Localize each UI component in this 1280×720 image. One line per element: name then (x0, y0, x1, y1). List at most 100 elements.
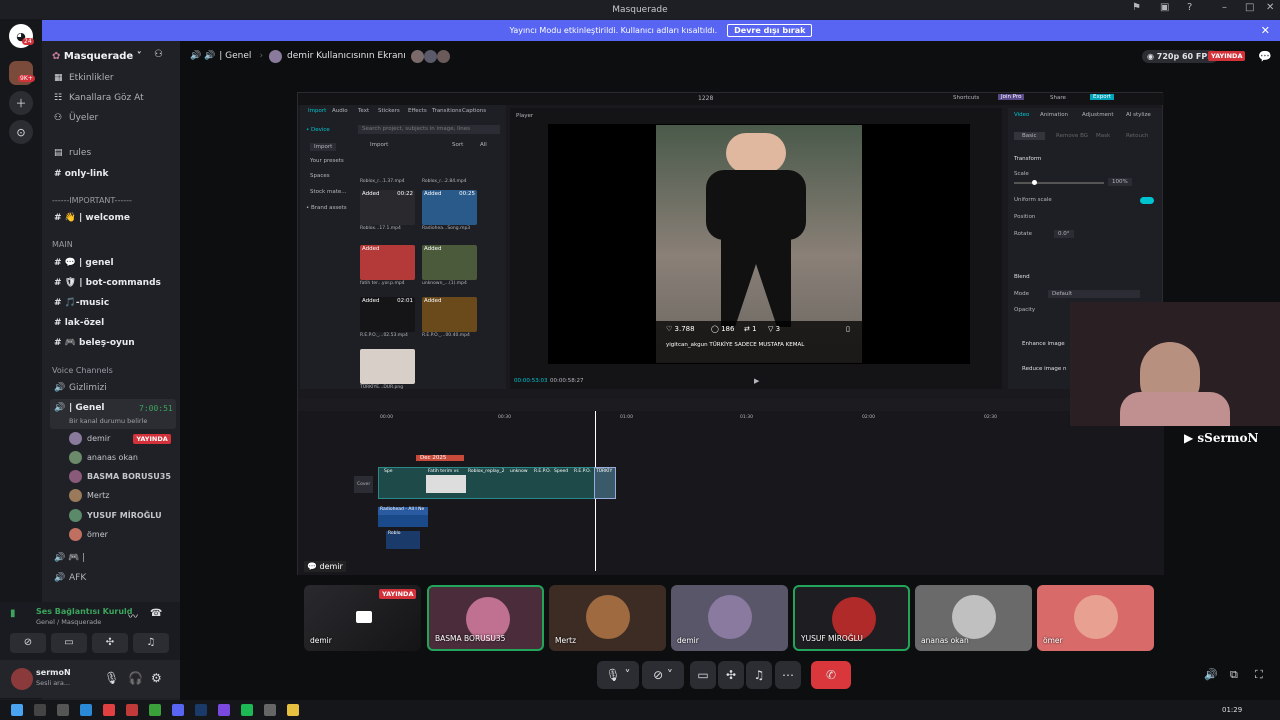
activities-button[interactable]: ✣ (718, 661, 744, 689)
channel-only-link[interactable]: # only-link (54, 169, 109, 179)
voice-user[interactable]: ömer (69, 528, 108, 541)
text-track-clip[interactable]: Dec 2025 (416, 455, 464, 461)
tab-audio[interactable]: Audio (332, 108, 348, 114)
header-channel[interactable]: | Genel (219, 51, 251, 61)
user-name[interactable]: sermoN (36, 668, 71, 677)
disable-streamer-mode-button[interactable]: Devre dışı bırak (727, 24, 813, 37)
participant-tile[interactable]: Mertz (549, 585, 666, 651)
screen-share-icon[interactable]: ▭ (51, 633, 87, 653)
clock[interactable]: 01:29 (1222, 706, 1242, 714)
side-import[interactable]: Import (310, 143, 337, 151)
start-icon[interactable] (11, 704, 23, 716)
uniform-scale-toggle[interactable] (1140, 197, 1154, 204)
voice-user[interactable]: BASMA BORUSU35 (69, 470, 171, 483)
popout-icon[interactable]: ⧉ (1230, 668, 1238, 682)
discover-icon[interactable]: ⊙ (9, 120, 33, 144)
media-thumb[interactable]: Added (422, 297, 477, 332)
close-banner-icon[interactable]: ✕ (1261, 24, 1270, 37)
microphone-icon[interactable]: 🎙 (104, 671, 119, 685)
channel-status[interactable]: Bir kanal durumu belirle (69, 417, 147, 425)
tab-video[interactable]: Video (1014, 112, 1029, 118)
participant-tile[interactable]: demir (671, 585, 788, 651)
media-thumb[interactable]: Added 00:22 (360, 190, 415, 225)
media-thumb[interactable]: Added (360, 245, 415, 280)
opera-icon[interactable] (103, 704, 115, 716)
signal-icon[interactable]: ▮ (10, 608, 16, 619)
voice-user[interactable]: YUSUF MİROĞLU (69, 509, 162, 522)
invite-icon[interactable]: ⚇ (154, 49, 163, 60)
participant-tile[interactable]: YUSUF MİROĞLU (793, 585, 910, 651)
cover-button[interactable]: Cover (354, 476, 374, 493)
voice-user[interactable]: Mertz (69, 489, 109, 502)
voice-user[interactable]: demir YAYINDA (69, 432, 171, 445)
steam-icon[interactable] (195, 704, 207, 716)
reduce-noise-label[interactable]: Reduce image n (1022, 366, 1066, 372)
scale-slider[interactable] (1014, 180, 1104, 185)
tab-captions[interactable]: Captions (462, 108, 486, 114)
tab-effects[interactable]: Effects (408, 108, 427, 114)
side-presets[interactable]: Your presets (310, 158, 344, 164)
category-important[interactable]: ------IMPORTANT------ (52, 196, 132, 205)
shortcuts-button[interactable]: Shortcuts (953, 95, 979, 101)
menu-members[interactable]: Üyeler (69, 113, 98, 123)
settings-gear-icon[interactable]: ⚙ (151, 671, 162, 685)
media-thumb-image[interactable] (360, 349, 415, 384)
participant-tile[interactable]: YAYINDA demir (304, 585, 421, 651)
tab-stickers[interactable]: Stickers (378, 108, 400, 114)
media-thumb[interactable]: Added 02:01 (360, 297, 415, 332)
minimize-button[interactable]: – (1222, 2, 1227, 13)
voice-user[interactable]: ananas okan (69, 451, 138, 464)
close-window-button[interactable]: ✕ (1266, 2, 1274, 13)
tab-transitions[interactable]: Transitions (432, 108, 461, 114)
channel-welcome[interactable]: # 👋 | welcome (54, 213, 130, 223)
participant-tile[interactable]: ananas okan (915, 585, 1032, 651)
channel-bot-commands[interactable]: # 🛡 | bot-commands (54, 278, 161, 288)
media-search-input[interactable]: Search project, subjects in image, lines (358, 125, 500, 134)
side-spaces[interactable]: Spaces (310, 173, 330, 179)
voice-afk[interactable]: AFK (69, 573, 86, 583)
add-server-icon[interactable]: ＋ (9, 91, 33, 115)
channel-genel[interactable]: # 💬 | genel (54, 258, 114, 268)
tab-adjustment[interactable]: Adjustment (1082, 112, 1114, 118)
maximize-button[interactable]: □ (1245, 2, 1254, 13)
chrome-icon[interactable] (149, 704, 161, 716)
export-button[interactable]: Export (1090, 94, 1115, 100)
spotify-icon[interactable] (241, 704, 253, 716)
play-icon[interactable]: ▶ (754, 377, 759, 385)
side-brand[interactable]: • Brand assets (306, 205, 347, 211)
leave-call-button[interactable]: ✆ (811, 661, 851, 689)
noise-icon[interactable]: 〰 (128, 608, 138, 623)
enhance-image-label[interactable]: Enhance image (1022, 341, 1065, 347)
headphones-icon[interactable]: 🎧 (128, 671, 143, 685)
channel-rules[interactable]: rules (69, 148, 91, 158)
channel-music[interactable]: # 🎵-music (54, 298, 109, 308)
task-view-icon[interactable] (57, 704, 69, 716)
disconnect-icon[interactable]: ☎ (150, 608, 162, 619)
explorer-icon[interactable] (287, 704, 299, 716)
activities-icon[interactable]: ✣ (92, 633, 128, 653)
category-main[interactable]: MAIN (52, 240, 73, 249)
camera-off-icon[interactable]: ⊘ (10, 633, 46, 653)
soundboard-button[interactable]: ♫ (746, 661, 772, 689)
participant-tile[interactable]: ömer (1037, 585, 1154, 651)
chat-icon[interactable]: 💬 (1258, 50, 1272, 63)
rotate-input[interactable]: 0.0° (1054, 230, 1074, 238)
search-icon[interactable] (34, 704, 46, 716)
menu-events[interactable]: Etkinlikler (69, 73, 114, 83)
media-thumb[interactable]: Added (422, 245, 477, 280)
sub-remove-bg[interactable]: Remove BG (1056, 133, 1088, 139)
join-pro-button[interactable]: Join Pro (998, 94, 1025, 100)
tab-ai-stylize[interactable]: AI stylize (1126, 112, 1151, 118)
blend-mode-select[interactable]: Default (1048, 290, 1140, 298)
app-icon[interactable] (218, 704, 230, 716)
side-device[interactable]: • Device (306, 127, 330, 133)
voice-gizlimizi[interactable]: Gizlimizi (69, 383, 107, 393)
inbox-icon[interactable]: ⚑ (1132, 2, 1141, 13)
voice-genel[interactable]: | Genel (69, 403, 105, 413)
sub-mask[interactable]: Mask (1096, 133, 1110, 139)
help-icon[interactable]: ? (1187, 2, 1192, 13)
voice-connected-sub[interactable]: Genel / Masquerade (36, 618, 101, 626)
import-button[interactable]: Import (370, 142, 388, 148)
edge-icon[interactable] (80, 704, 92, 716)
app-icon[interactable] (264, 704, 276, 716)
